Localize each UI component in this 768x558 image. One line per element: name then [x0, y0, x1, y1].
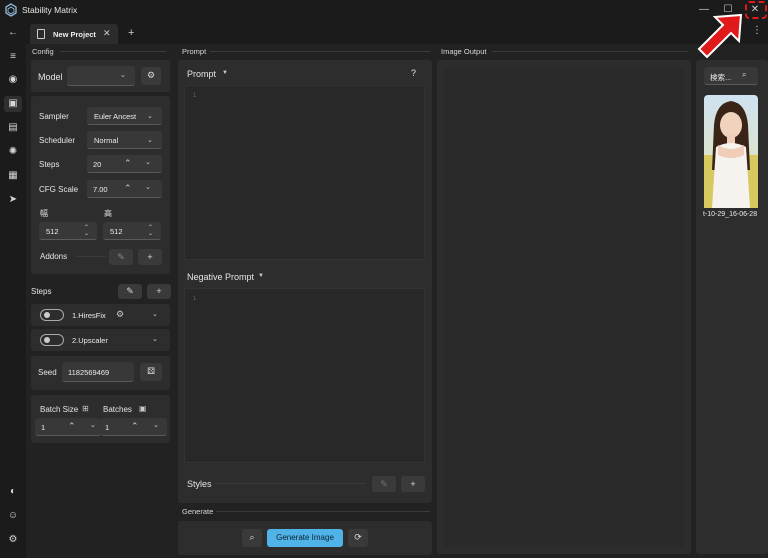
document-icon [37, 29, 45, 39]
tab-bar [26, 20, 768, 44]
increment-icon[interactable]: ⌃ [124, 183, 132, 194]
step-item-label: 2.Upscaler [72, 336, 108, 345]
step-item-label: 1.HiresFix [72, 311, 106, 320]
help-icon[interactable]: ? [411, 68, 416, 78]
height-label: 高 [104, 209, 112, 218]
add-style-button[interactable]: + [401, 476, 425, 492]
chevron-down-icon: ⌄ [120, 72, 126, 79]
increment-icon[interactable]: ⌃ [124, 158, 132, 169]
random-seed-dice-icon[interactable]: ⚄ [140, 363, 162, 381]
caret-down-icon[interactable]: ▼ [222, 70, 228, 76]
negative-prompt-label: Negative Prompt [187, 272, 255, 282]
sampler-label: Sampler [39, 112, 69, 121]
width-label: 幅 [40, 209, 48, 218]
search-placeholder: 検索... [710, 73, 732, 82]
workflows-icon[interactable]: ➤ [4, 192, 22, 208]
edit-addons-pencil-icon[interactable]: ✎ [109, 249, 133, 265]
divider [214, 483, 366, 484]
tab-close-icon[interactable]: ✕ [103, 28, 111, 39]
decrement-icon[interactable]: ⌄ [145, 183, 151, 191]
chevron-down-icon: ⌄ [147, 137, 153, 144]
image-output-canvas [444, 67, 684, 547]
zoom-search-icon[interactable]: ⌕ [242, 529, 262, 547]
image-stack-icon: ▣ [139, 404, 147, 413]
divider [216, 511, 430, 512]
batch-size-label: Batch Size [40, 405, 79, 414]
width-value: 512 [46, 227, 59, 236]
hiresfix-toggle[interactable] [40, 309, 64, 321]
close-button-highlight [745, 1, 767, 19]
line-number: 1 [193, 93, 197, 99]
divider [76, 256, 106, 257]
tab-label: New Project [53, 30, 96, 39]
add-addon-button[interactable]: + [138, 249, 162, 265]
generate-image-button[interactable]: Generate Image [267, 529, 343, 547]
decrement-icon[interactable]: ⌄ [90, 421, 96, 429]
batches-label: Batches [103, 405, 132, 414]
increment-icon[interactable]: ⌃ [68, 421, 76, 432]
prompt-panel-header: Prompt [182, 47, 207, 56]
divider [210, 51, 430, 52]
model-label: Model [38, 72, 63, 82]
caret-down-icon[interactable]: ▼ [258, 273, 264, 279]
generate-panel-header: Generate [182, 507, 214, 516]
prompt-label: Prompt [187, 69, 217, 79]
steps-label: Steps [39, 160, 60, 169]
model-settings-gear-icon[interactable]: ⚙ [141, 67, 161, 85]
image-output-panel-header: Image Output [441, 47, 487, 56]
divider [492, 51, 688, 52]
chevron-down-icon[interactable]: ⌄ [152, 335, 158, 343]
cfg-scale-value: 7.00 [93, 185, 108, 194]
negative-prompt-editor[interactable] [184, 288, 425, 463]
thumbnail-caption: t-10-29_16-06-28 [703, 211, 758, 218]
edit-steps-pencil-icon[interactable]: ✎ [118, 284, 142, 299]
scheduler-value: Normal [94, 136, 119, 145]
menu-icon[interactable]: ≡ [4, 49, 22, 65]
chevron-down-icon: ⌄ [147, 113, 153, 120]
batch-size-value: 1 [41, 423, 46, 432]
sampler-value: Euler Ancest [94, 112, 137, 121]
styles-label: Styles [187, 479, 212, 489]
packages-icon[interactable]: ◉ [4, 72, 22, 88]
decrement-icon[interactable]: ⌄ [145, 158, 151, 166]
seed-label: Seed [38, 368, 57, 377]
prompt-editor[interactable] [184, 85, 425, 260]
title-bar [0, 0, 768, 20]
decrement-icon[interactable]: ⌄ [153, 421, 159, 429]
step-settings-gear-icon[interactable]: ⚙ [116, 309, 124, 320]
grid-icon: ⊞ [82, 404, 89, 413]
seed-value: 1182569469 [68, 368, 110, 377]
line-number: 1 [193, 296, 197, 302]
chevron-down-icon[interactable]: ⌄ [152, 310, 158, 318]
height-value: 512 [110, 227, 123, 236]
repeat-icon[interactable]: ⟳ [348, 529, 368, 547]
up-down-icon[interactable]: ⌃ ⌄ [84, 225, 89, 237]
divider [60, 51, 166, 52]
addons-label: Addons [40, 252, 68, 261]
inference-icon[interactable]: ▣ [4, 96, 22, 112]
model-browser-icon[interactable]: ✺ [4, 144, 22, 160]
patreon-icon[interactable]: ◐ [4, 484, 22, 500]
discord-icon[interactable]: ☺ [4, 508, 22, 524]
gallery-thumbnail[interactable] [704, 95, 758, 208]
batches-value: 1 [105, 423, 110, 432]
cfg-scale-label: CFG Scale [39, 185, 79, 194]
steps-value: 20 [93, 160, 102, 169]
back-arrow-icon[interactable]: ← [4, 25, 22, 41]
outputs-icon[interactable]: ▦ [4, 168, 22, 184]
up-down-icon[interactable]: ⌃ ⌄ [148, 225, 153, 237]
scheduler-label: Scheduler [39, 136, 76, 145]
window-title: Stability Matrix [22, 5, 78, 15]
increment-icon[interactable]: ⌃ [131, 421, 139, 432]
config-panel-header: Config [32, 47, 54, 56]
add-tab-button[interactable]: + [128, 27, 134, 39]
stability-matrix-logo-icon [5, 3, 17, 17]
steps-section-label: Steps [31, 287, 52, 296]
checkpoints-icon[interactable]: ▤ [4, 120, 22, 136]
add-step-button[interactable]: + [147, 284, 171, 299]
settings-gear-icon[interactable]: ⚙ [4, 532, 22, 548]
upscaler-toggle[interactable] [40, 334, 64, 346]
edit-styles-pencil-icon[interactable]: ✎ [372, 476, 396, 492]
search-icon: ⌕ [742, 70, 747, 79]
